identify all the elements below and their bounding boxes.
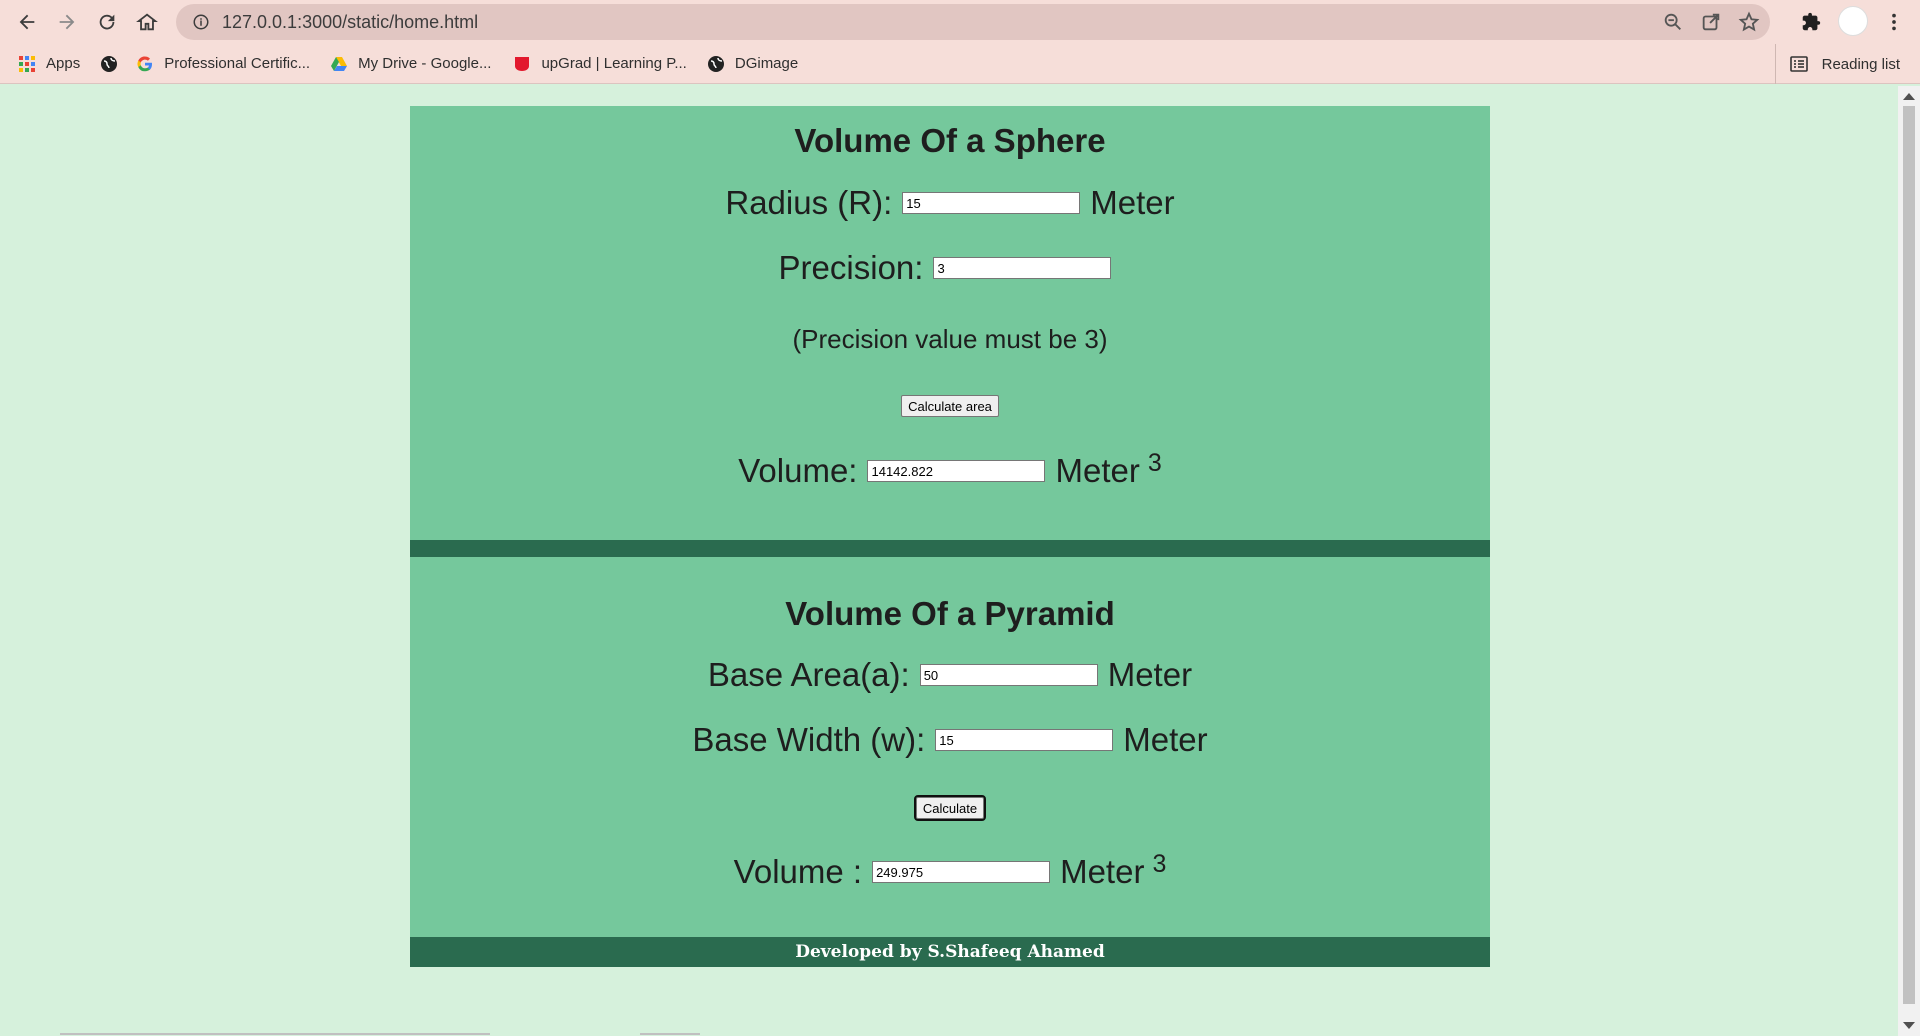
bookmark-label: Apps [46, 55, 81, 72]
scroll-down-arrow-icon[interactable] [1903, 1022, 1915, 1029]
sphere-panel: Volume Of a Sphere Radius (R): Meter Pre… [410, 106, 1490, 540]
base-width-unit: Meter [1123, 721, 1208, 758]
precision-row: Precision: [410, 249, 1490, 287]
radius-input[interactable] [902, 192, 1081, 214]
base-width-label: Base Width (w): [692, 721, 926, 758]
calculator-container: Volume Of a Sphere Radius (R): Meter Pre… [410, 106, 1490, 967]
zoom-icon[interactable] [1662, 11, 1684, 33]
globe-icon [101, 55, 118, 72]
apps-grid-icon [19, 55, 35, 72]
pyramid-button-row: Calculate [410, 795, 1490, 821]
reading-list-icon [1789, 56, 1808, 72]
bookmark-label: upGrad | Learning P... [541, 55, 687, 72]
radius-row: Radius (R): Meter [410, 184, 1490, 222]
radius-unit: Meter [1090, 184, 1175, 221]
pyramid-volume-label: Volume : [733, 853, 863, 890]
base-area-row: Base Area(a): Meter [410, 656, 1490, 694]
kebab-menu-icon [1892, 13, 1896, 31]
pyramid-volume-unit: Meter [1060, 853, 1145, 890]
sphere-volume-exponent: 3 [1147, 448, 1162, 477]
base-area-unit: Meter [1107, 656, 1193, 693]
drive-icon [331, 56, 348, 71]
pyramid-volume-exponent: 3 [1152, 849, 1167, 878]
reload-icon [99, 14, 115, 30]
calculate-button[interactable]: Calculate [913, 795, 987, 821]
sphere-volume-output[interactable] [867, 460, 1046, 482]
scroll-up-arrow-icon[interactable] [1903, 93, 1915, 100]
reading-list-label: Reading list [1821, 55, 1900, 73]
browser-toolbar: 127.0.0.1:3000/static/home.html [0, 0, 1920, 44]
bookmark-star-icon[interactable] [1738, 11, 1760, 33]
sphere-button-row: Calculate area [410, 395, 1490, 417]
bookmark-my-drive[interactable]: My Drive - Google... [330, 44, 491, 84]
reload-button[interactable] [90, 5, 124, 39]
precision-input[interactable] [933, 257, 1112, 279]
bookmark-upgrad[interactable]: upGrad | Learning P... [513, 44, 687, 84]
sphere-volume-row: Volume: Meter 3 [410, 448, 1490, 490]
puzzle-icon [1802, 12, 1821, 31]
bookmarks-bar: Apps Professional Certific... My Drive -… [0, 44, 1920, 84]
base-width-row: Base Width (w): Meter [410, 721, 1490, 759]
upgrad-icon [515, 56, 530, 71]
pyramid-title: Volume Of a Pyramid [785, 595, 1115, 632]
back-arrow-icon [19, 14, 35, 30]
pyramid-volume-row: Volume : Meter 3 [410, 849, 1490, 891]
address-bar[interactable]: 127.0.0.1:3000/static/home.html [176, 4, 1770, 40]
site-info-icon[interactable] [192, 13, 210, 31]
back-button[interactable] [10, 5, 44, 39]
footer: Developed by S.Shafeeq Ahamed [410, 937, 1490, 967]
radius-label: Radius (R): [725, 184, 893, 221]
scrollbar-thumb[interactable] [1903, 106, 1915, 1004]
base-area-input[interactable] [919, 664, 1098, 686]
forward-arrow-icon [59, 14, 75, 30]
sphere-title: Volume Of a Sphere [794, 122, 1106, 159]
calculate-area-button[interactable]: Calculate area [901, 395, 999, 417]
pyramid-volume-output[interactable] [872, 861, 1051, 883]
bookmark-professional-certificate[interactable]: Professional Certific... [136, 44, 310, 84]
url-text[interactable]: 127.0.0.1:3000/static/home.html [222, 12, 478, 33]
bookmark-globe[interactable] [100, 44, 128, 84]
profile-avatar[interactable] [1838, 6, 1868, 36]
sphere-volume-unit: Meter [1055, 452, 1140, 489]
bookmark-label: My Drive - Google... [358, 55, 492, 72]
horizontal-scroll-track-segment [640, 1033, 700, 1035]
base-area-label: Base Area(a): [707, 656, 910, 693]
bookmark-dgimage[interactable]: DGimage [707, 44, 798, 84]
horizontal-scroll-track [60, 1033, 490, 1035]
bookmark-label: Professional Certific... [164, 55, 311, 72]
reading-list-button[interactable]: Reading list [1774, 44, 1900, 84]
bookmark-apps[interactable]: Apps [18, 44, 80, 84]
globe-icon [707, 55, 724, 72]
page-scrollbar[interactable] [1898, 86, 1920, 1036]
browser-menu-button[interactable] [1880, 8, 1908, 36]
precision-note: (Precision value must be 3) [792, 324, 1108, 354]
extensions-button[interactable] [1796, 7, 1826, 37]
base-width-input[interactable] [935, 729, 1114, 751]
sphere-volume-label: Volume: [738, 452, 858, 489]
home-button[interactable] [130, 5, 164, 39]
share-icon[interactable] [1700, 11, 1722, 33]
google-icon [137, 55, 153, 71]
pyramid-panel: Volume Of a Pyramid Base Area(a): Meter … [410, 557, 1490, 937]
forward-button[interactable] [50, 5, 84, 39]
section-divider [410, 540, 1490, 557]
precision-label: Precision: [778, 249, 924, 286]
home-icon [136, 13, 158, 31]
bookmark-label: DGimage [734, 55, 799, 72]
